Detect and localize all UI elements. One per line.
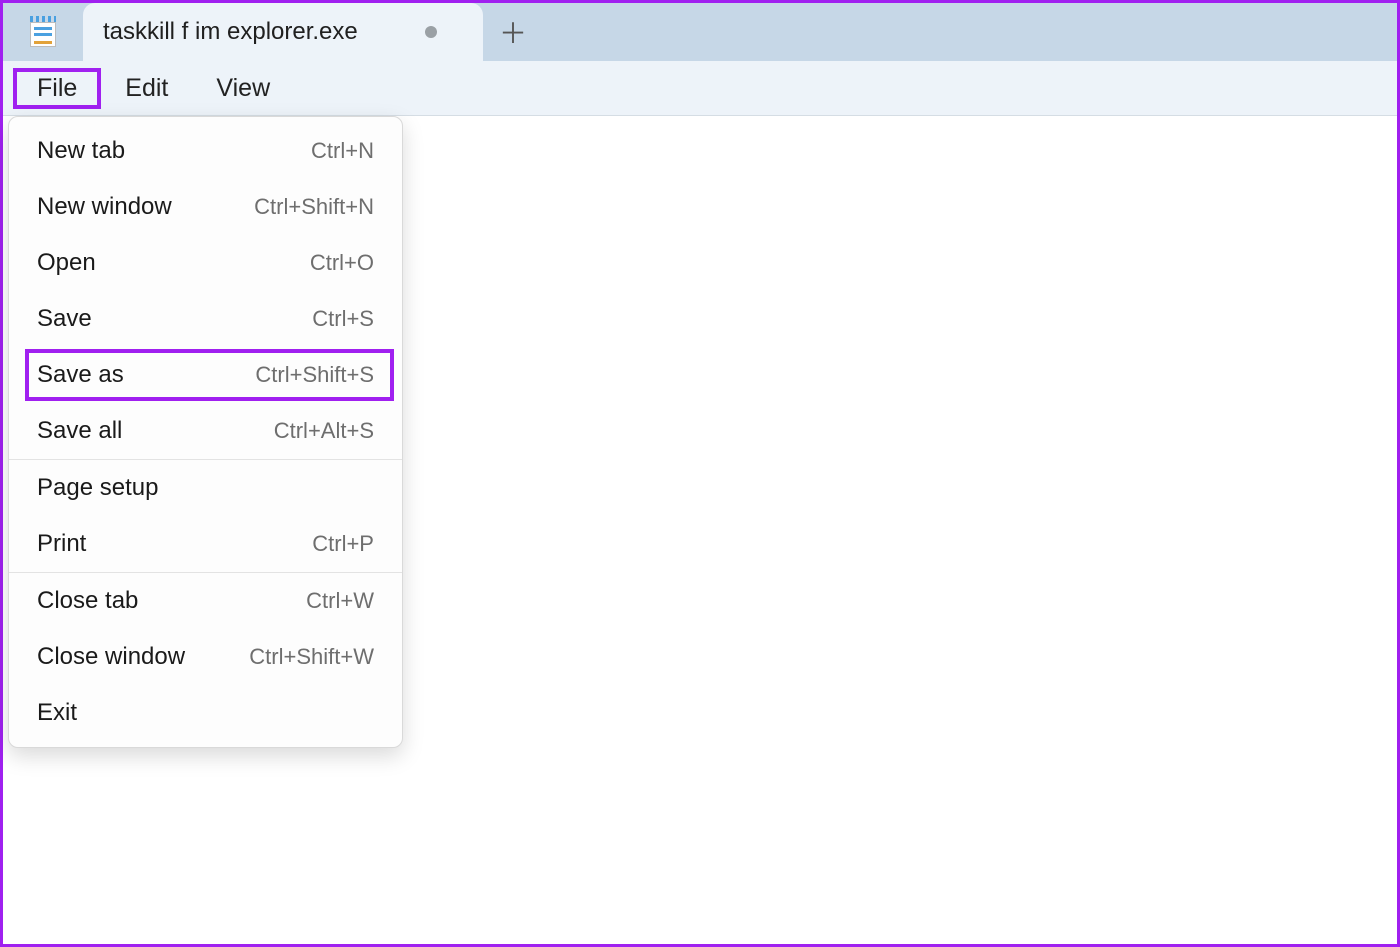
menu-item-label: Save <box>37 305 92 333</box>
menu-item-label: Exit <box>37 699 77 727</box>
file-menu-item-print[interactable]: Print Ctrl+P <box>9 516 402 572</box>
menu-item-label: Save as <box>37 361 124 389</box>
file-menu-dropdown: New tab Ctrl+N New window Ctrl+Shift+N Open C… <box>8 116 403 748</box>
menu-item-label: Close window <box>37 643 185 671</box>
file-menu-item-exit[interactable]: Exit <box>9 685 402 741</box>
menu-item-label: Save all <box>37 417 122 445</box>
file-menu-item-save-as[interactable]: Save as Ctrl+Shift+S <box>9 347 402 403</box>
menu-bar: File Edit View <box>3 61 1397 116</box>
file-menu-item-new-window[interactable]: New window Ctrl+Shift+N <box>9 179 402 235</box>
menu-item-label: New window <box>37 193 172 221</box>
file-menu-item-save-all[interactable]: Save all Ctrl+Alt+S <box>9 403 402 459</box>
menu-item-label: Page setup <box>37 474 158 502</box>
unsaved-dot-icon <box>425 26 437 38</box>
notepad-icon <box>28 16 58 48</box>
menu-item-shortcut: Ctrl+Alt+S <box>274 418 374 444</box>
menu-item-shortcut: Ctrl+O <box>310 250 374 276</box>
menu-item-shortcut: Ctrl+N <box>311 138 374 164</box>
plus-icon: ＋ <box>499 12 527 52</box>
menu-item-shortcut: Ctrl+P <box>312 531 374 557</box>
tab-title: taskkill f im explorer.exe <box>103 18 358 46</box>
menu-item-shortcut: Ctrl+S <box>312 306 374 332</box>
document-tab[interactable]: taskkill f im explorer.exe <box>83 3 483 61</box>
menu-file[interactable]: File <box>13 68 101 109</box>
menu-item-shortcut: Ctrl+W <box>306 588 374 614</box>
menu-item-shortcut: Ctrl+Shift+W <box>249 644 374 670</box>
file-menu-item-open[interactable]: Open Ctrl+O <box>9 235 402 291</box>
menu-item-label: Print <box>37 530 86 558</box>
file-menu-item-new-tab[interactable]: New tab Ctrl+N <box>9 123 402 179</box>
new-tab-button[interactable]: ＋ <box>483 3 543 61</box>
file-menu-item-save[interactable]: Save Ctrl+S <box>9 291 402 347</box>
title-bar: taskkill f im explorer.exe ＋ <box>3 3 1397 61</box>
file-menu-item-page-setup[interactable]: Page setup <box>9 460 402 516</box>
menu-item-shortcut: Ctrl+Shift+S <box>255 362 374 388</box>
menu-item-shortcut: Ctrl+Shift+N <box>254 194 374 220</box>
menu-edit[interactable]: Edit <box>101 68 192 109</box>
menu-view[interactable]: View <box>192 68 294 109</box>
file-menu-item-close-window[interactable]: Close window Ctrl+Shift+W <box>9 629 402 685</box>
app-icon-wrap <box>3 3 83 61</box>
menu-item-label: New tab <box>37 137 125 165</box>
menu-item-label: Close tab <box>37 587 138 615</box>
menu-item-label: Open <box>37 249 96 277</box>
file-menu-item-close-tab[interactable]: Close tab Ctrl+W <box>9 573 402 629</box>
